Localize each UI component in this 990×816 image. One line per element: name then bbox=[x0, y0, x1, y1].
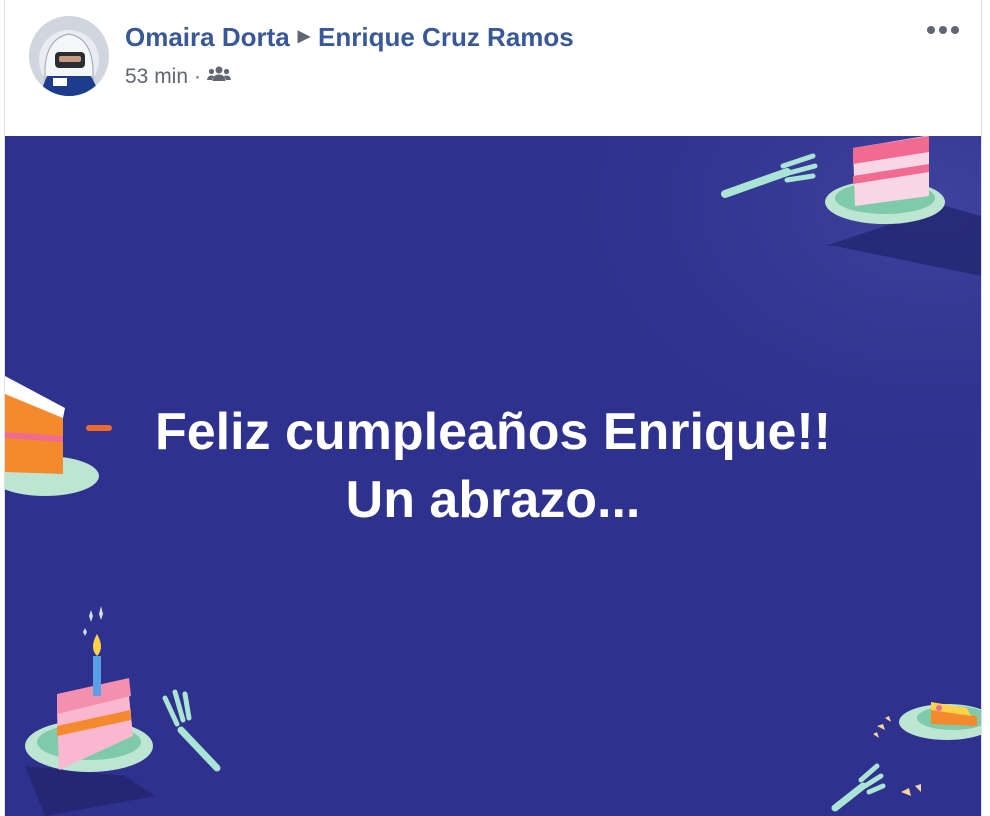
post-card: Omaira Dorta ▶ Enrique Cruz Ramos 53 min · bbox=[4, 0, 982, 816]
post-names: Omaira Dorta ▶ Enrique Cruz Ramos bbox=[125, 22, 574, 53]
author-link[interactable]: Omaira Dorta bbox=[125, 22, 290, 52]
message-line-1: Feliz cumpleaños Enrique!! bbox=[154, 403, 832, 461]
post-header: Omaira Dorta ▶ Enrique Cruz Ramos 53 min · bbox=[5, 0, 981, 136]
timestamp[interactable]: 53 min bbox=[125, 65, 188, 89]
birthday-banner: Feliz cumpleaños Enrique!! Un abrazo... bbox=[5, 136, 981, 816]
caret-right-icon: ▶ bbox=[297, 28, 311, 46]
more-options-icon[interactable] bbox=[923, 16, 963, 44]
avatar[interactable] bbox=[29, 16, 109, 96]
target-link[interactable]: Enrique Cruz Ramos bbox=[318, 22, 574, 52]
message-line-2: Un abrazo... bbox=[345, 471, 641, 529]
separator: · bbox=[194, 65, 202, 88]
birthday-message: Feliz cumpleaños Enrique!! Un abrazo... bbox=[5, 398, 981, 534]
avatar-image bbox=[29, 16, 109, 96]
post-meta: 53 min · bbox=[125, 65, 232, 89]
friends-icon[interactable] bbox=[207, 65, 232, 89]
